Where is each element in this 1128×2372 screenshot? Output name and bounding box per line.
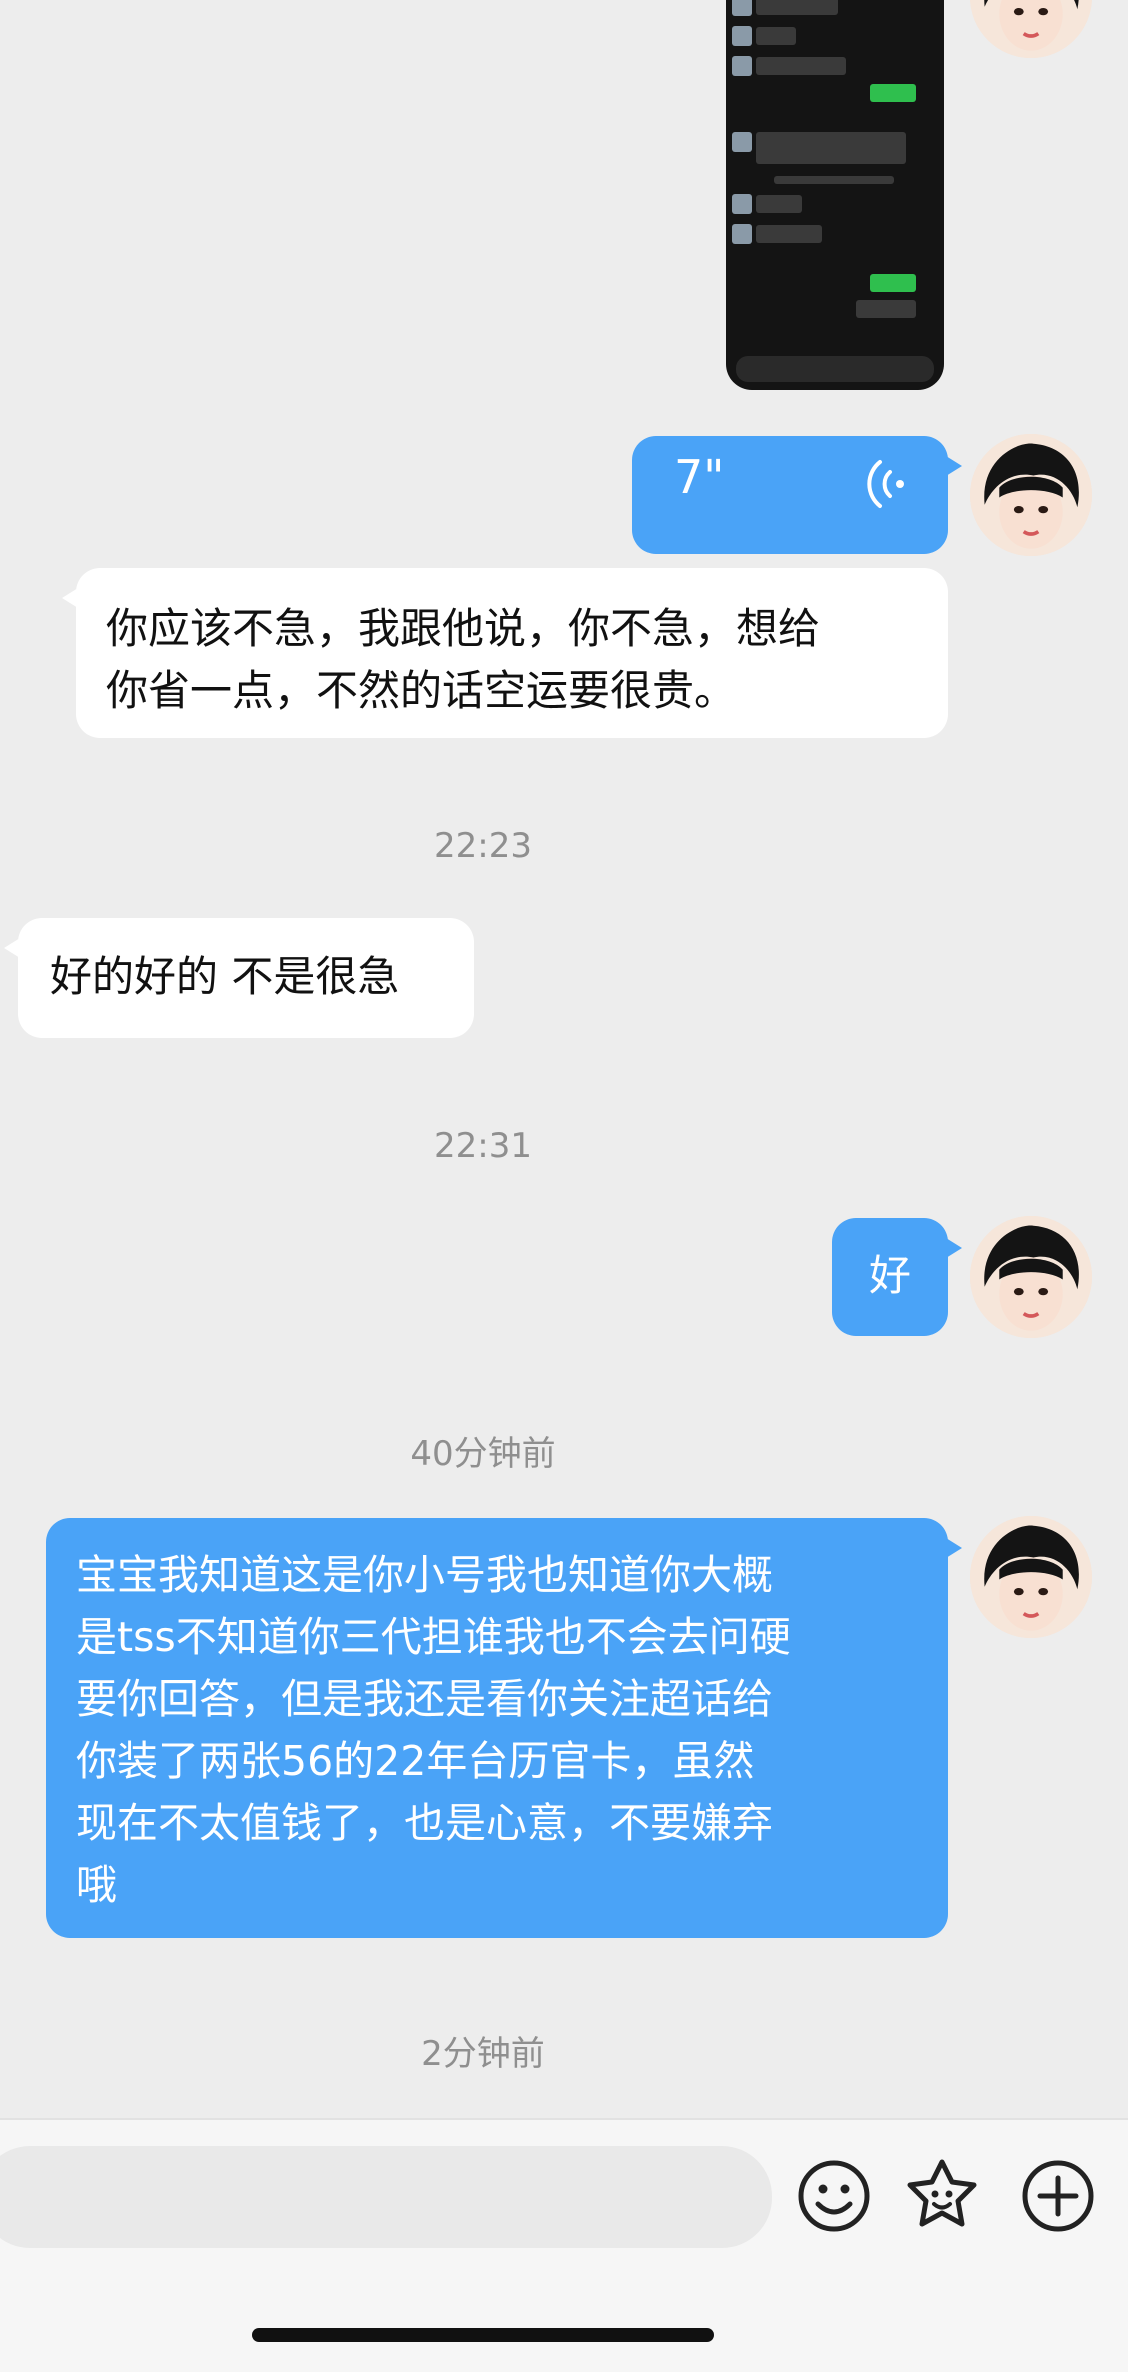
shared-screenshot-image[interactable] bbox=[726, 0, 944, 390]
voice-duration: 7" bbox=[674, 450, 725, 504]
my-avatar[interactable] bbox=[970, 1216, 1092, 1338]
add-icon bbox=[1022, 2160, 1094, 2232]
timestamp: 2分钟前 bbox=[421, 2034, 545, 2074]
emoji-icon bbox=[798, 2160, 870, 2232]
timestamp: 22:23 bbox=[434, 826, 532, 866]
message-line: 宝宝我知道这是你小号我也知道你大概 bbox=[76, 1551, 773, 1599]
my-avatar-top[interactable] bbox=[970, 0, 1092, 58]
sticker-button[interactable] bbox=[900, 2154, 984, 2238]
message-line: 是tss不知道你三代担谁我也不会去问硬 bbox=[76, 1613, 791, 1661]
chat-area[interactable]: 7" 你应该不急，我跟他说，你不急，想给 你省一点，不然的话空运要很贵。 22:… bbox=[0, 0, 1128, 2118]
message-line: 你装了两张56的22年台历官卡，虽然 bbox=[76, 1737, 755, 1785]
voice-message-bubble[interactable]: 7" bbox=[632, 436, 962, 554]
message-input[interactable] bbox=[0, 2146, 772, 2248]
message-line: 要你回答，但是我还是看你关注超话给 bbox=[76, 1675, 773, 1723]
message-line: 你省一点，不然的话空运要很贵。 bbox=[106, 666, 737, 715]
my-avatar[interactable] bbox=[970, 434, 1092, 556]
home-indicator[interactable] bbox=[252, 2328, 714, 2342]
message-line: 你应该不急，我跟他说，你不急，想给 bbox=[106, 604, 821, 653]
my-avatar[interactable] bbox=[970, 1516, 1092, 1638]
timestamp: 40分钟前 bbox=[410, 1434, 556, 1474]
sticker-icon bbox=[907, 2159, 977, 2227]
message-line: 哦 bbox=[76, 1861, 117, 1909]
add-button[interactable] bbox=[1016, 2154, 1100, 2238]
message-bubble-mine[interactable]: 宝宝我知道这是你小号我也知道你大概 是tss不知道你三代担谁我也不会去问硬 要你… bbox=[46, 1518, 962, 1938]
voice-wave-icon bbox=[867, 460, 904, 508]
emoji-button[interactable] bbox=[792, 2154, 876, 2238]
timestamp: 22:31 bbox=[434, 1126, 532, 1166]
message-bubble-mine[interactable]: 好 bbox=[832, 1218, 962, 1336]
message-line: 现在不太值钱了，也是心意，不要嫌弃 bbox=[76, 1799, 773, 1847]
message-line: 好的好的 不是很急 bbox=[50, 952, 400, 1001]
message-bubble-theirs[interactable]: 你应该不急，我跟他说，你不急，想给 你省一点，不然的话空运要很贵。 bbox=[62, 568, 948, 738]
message-line: 好 bbox=[868, 1251, 911, 1300]
message-bubble-theirs[interactable]: 好的好的 不是很急 bbox=[4, 918, 474, 1038]
